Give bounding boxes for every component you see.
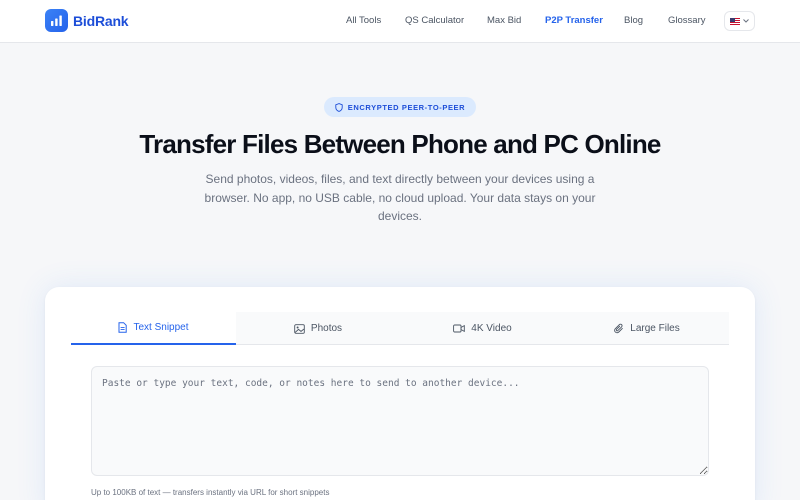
nav-item-qs-calculator[interactable]: QS Calculator bbox=[405, 15, 464, 26]
encryption-badge: ENCRYPTED PEER-TO-PEER bbox=[324, 97, 476, 117]
transfer-card: Text Snippet Photos 4K Video Large Files bbox=[45, 287, 755, 500]
paperclip-icon bbox=[614, 323, 624, 334]
tab-label: 4K Video bbox=[471, 323, 512, 334]
bar-chart-logo-icon bbox=[45, 9, 68, 32]
page-subtitle: Send photos, videos, files, and text dir… bbox=[204, 172, 596, 223]
language-selector[interactable] bbox=[724, 11, 755, 31]
tab-label: Text Snippet bbox=[133, 322, 189, 333]
text-limit-hint: Up to 100KB of text — transfers instantl… bbox=[91, 488, 330, 497]
nav-item-all-tools[interactable]: All Tools bbox=[346, 15, 381, 26]
tab-label: Large Files bbox=[630, 323, 680, 334]
tab-photos[interactable]: Photos bbox=[236, 312, 400, 345]
tab-text-snippet[interactable]: Text Snippet bbox=[71, 312, 236, 345]
nav-item-max-bid[interactable]: Max Bid bbox=[487, 15, 521, 26]
shield-icon bbox=[335, 102, 343, 112]
nav-item-blog[interactable]: Blog bbox=[624, 15, 643, 26]
video-icon bbox=[453, 324, 466, 333]
image-icon bbox=[294, 323, 305, 334]
badge-label: ENCRYPTED PEER-TO-PEER bbox=[347, 102, 466, 112]
brand-logo[interactable]: BidRank bbox=[45, 9, 129, 32]
nav-item-glossary[interactable]: Glossary bbox=[668, 15, 705, 26]
top-navbar: BidRank All Tools QS Calculator Max Bid … bbox=[0, 0, 800, 43]
us-flag-icon bbox=[730, 17, 740, 25]
tab-label: Photos bbox=[310, 323, 343, 334]
brand-name: BidRank bbox=[73, 12, 129, 29]
page-title: Transfer Files Between Phone and PC Onli… bbox=[139, 129, 661, 159]
document-icon bbox=[118, 322, 128, 333]
text-snippet-input[interactable] bbox=[91, 366, 709, 476]
chevron-down-icon bbox=[743, 19, 749, 23]
tab-4k-video[interactable]: 4K Video bbox=[400, 312, 565, 345]
tab-large-files[interactable]: Large Files bbox=[565, 312, 729, 345]
transfer-tabs: Text Snippet Photos 4K Video Large Files bbox=[71, 312, 729, 345]
nav-item-p2p-transfer[interactable]: P2P Transfer bbox=[545, 15, 603, 26]
